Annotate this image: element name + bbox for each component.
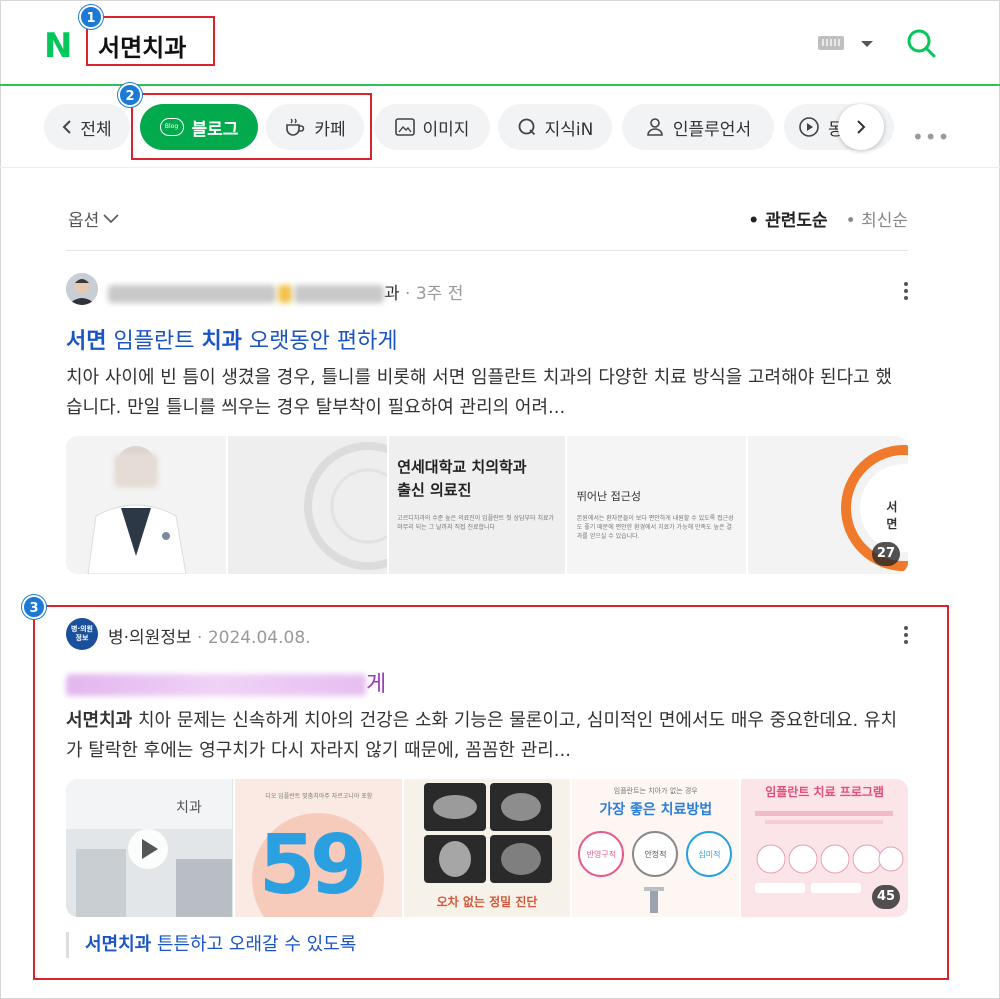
image-thumbnail[interactable]: 디오 임플란트 맞춤치아주 자르고니아 포함 59 bbox=[234, 779, 402, 917]
blurred-title bbox=[66, 674, 366, 696]
title-part: 오랫동안 편하게 bbox=[241, 329, 398, 354]
sort-options: • 관련도순 • 최신순 bbox=[748, 206, 908, 231]
blurred-author-name bbox=[108, 285, 276, 303]
person-icon bbox=[647, 118, 663, 136]
result2-title[interactable]: 게 bbox=[66, 666, 386, 698]
image-circle: 심미적 bbox=[686, 831, 733, 877]
result2-description[interactable]: 서면치과 치아 문제는 신속하게 치아의 건강은 소화 기능은 물론이고, 심미… bbox=[66, 706, 908, 766]
image-text: 뛰어난 접근성 bbox=[576, 490, 641, 503]
tab-kin-label: 지식iN bbox=[544, 119, 594, 140]
image-text: 연세대학교 치의학과 출신 의료진 bbox=[397, 458, 527, 499]
related-link[interactable]: 서면치과 튼튼하고 오래갈 수 있도록 bbox=[66, 932, 356, 958]
image-text: 치과 bbox=[176, 800, 202, 816]
image-text: 본원에서는 환자분들이 보다 편안하게 내원할 수 있도록 접근성도 좋기 때문… bbox=[576, 515, 734, 540]
image-thumbnail[interactable]: 연세대학교 치의학과 출신 의료진 고르디치과의 수준 높은 의료진이 임플란트… bbox=[389, 436, 565, 574]
circle-labels: 반영구적 안정적 심미적 bbox=[578, 831, 733, 877]
image-thumbnail[interactable]: 임플란트 치료 프로그램 45 bbox=[741, 779, 908, 917]
naver-logo[interactable]: N bbox=[44, 26, 72, 66]
result2-time: 2024.04.08. bbox=[207, 628, 311, 648]
tab-influencer[interactable]: 인플루언서 bbox=[622, 104, 774, 150]
image-text: 임플란트는 치아가 없는 경우 bbox=[613, 787, 698, 795]
tab-kin[interactable]: 지식iN bbox=[498, 104, 612, 150]
search-icon[interactable] bbox=[906, 28, 936, 58]
image-text: 고르디치과의 수준 높은 의료진이 임플란트 첫 상담부터 치료가 마무리 되는… bbox=[397, 515, 555, 531]
blurred-star bbox=[278, 285, 292, 303]
play-icon bbox=[799, 117, 819, 137]
title-part: 임플란트 bbox=[106, 329, 202, 354]
related-link-text: 튼튼하고 오래갈 수 있도록 bbox=[151, 934, 357, 955]
chevron-right-icon bbox=[857, 120, 866, 134]
step-badge-3: 3 bbox=[22, 595, 46, 619]
result1-time: 3주 전 bbox=[415, 284, 464, 304]
image-text: 임플란트 치료 프로그램 bbox=[765, 785, 884, 799]
image-big-number: 59 bbox=[258, 818, 367, 913]
image-count-badge: 45 bbox=[871, 885, 900, 909]
chevron-down-icon bbox=[103, 213, 119, 223]
result2-image-strip[interactable]: 치과 디오 임플란트 맞춤치아주 자르고니아 포함 59 오차 없는 정밀 진단… bbox=[66, 779, 908, 917]
result1-description[interactable]: 치아 사이에 빈 틈이 생겼을 경우, 틀니를 비롯해 서면 임플란트 치과의 … bbox=[66, 363, 908, 423]
image-text: 디오 임플란트 맞춤치아주 자르고니아 포함 bbox=[265, 793, 373, 800]
image-circle: 안정적 bbox=[632, 831, 679, 877]
tab-all[interactable]: 전체 bbox=[44, 104, 130, 150]
highlight-box-2 bbox=[131, 93, 372, 160]
sort-recent[interactable]: • 최신순 bbox=[846, 206, 908, 231]
image-count-badge: 27 bbox=[871, 542, 900, 566]
step-badge-2: 2 bbox=[118, 83, 142, 107]
sort-relevance[interactable]: • 관련도순 bbox=[748, 206, 827, 231]
video-thumbnail[interactable]: 치과 bbox=[66, 779, 233, 917]
title-part: 치과 bbox=[201, 329, 242, 354]
title-suffix: 게 bbox=[366, 672, 387, 697]
desc-text: 치아 문제는 신속하게 치아의 건강은 소화 기능은 물론이고, 심미적인 면에… bbox=[66, 710, 898, 761]
options-label: 옵션 bbox=[68, 211, 100, 231]
result2-author[interactable]: 병·의원정보 bbox=[108, 628, 192, 648]
image-thumbnail[interactable]: 뛰어난 접근성 본원에서는 환자분들이 보다 편안하게 내원할 수 있도록 접근… bbox=[566, 436, 747, 574]
author-avatar[interactable]: 병·의원 정보 bbox=[66, 618, 98, 650]
image-text: 서면 bbox=[886, 500, 898, 531]
result1-image-strip[interactable]: 연세대학교 치의학과 출신 의료진 고르디치과의 수준 높은 의료진이 임플란트… bbox=[66, 436, 908, 574]
image-thumbnail[interactable]: 서면 27 bbox=[748, 436, 908, 574]
image-thumbnail[interactable] bbox=[227, 436, 388, 574]
chevron-left-icon bbox=[62, 120, 72, 134]
tab-image[interactable]: 이미지 bbox=[374, 104, 490, 150]
sort-relevance-label: 관련도순 bbox=[765, 211, 828, 231]
more-horizontal-icon[interactable]: ••• bbox=[912, 125, 950, 149]
tab-image-label: 이미지 bbox=[422, 119, 470, 140]
tab-influencer-label: 인플루언서 bbox=[672, 119, 752, 140]
related-link-keyword: 서면치과 bbox=[85, 934, 152, 955]
title-part: 서면 bbox=[66, 329, 107, 354]
sort-recent-label: 최신순 bbox=[861, 211, 908, 231]
more-vertical-icon[interactable] bbox=[904, 282, 908, 303]
caret-down-icon[interactable] bbox=[861, 41, 873, 47]
image-thumbnail[interactable]: 임플란트는 치아가 없는 경우 가장 좋은 치료방법 반영구적 안정적 심미적 bbox=[572, 779, 740, 917]
image-circle: 반영구적 bbox=[578, 831, 625, 877]
blurred-author-name-2 bbox=[294, 285, 384, 303]
options-toggle[interactable]: 옵션 bbox=[68, 206, 119, 231]
desc-keyword: 서면치과 bbox=[66, 710, 133, 731]
author-suffix[interactable]: 과 bbox=[384, 284, 400, 304]
image-thumbnail[interactable]: 오차 없는 정밀 진단 bbox=[403, 779, 571, 917]
image-text: 오차 없는 정밀 진단 bbox=[436, 895, 538, 909]
result1-meta: 과 · 3주 전 bbox=[108, 279, 463, 304]
more-vertical-icon[interactable] bbox=[904, 626, 908, 647]
tab-all-label: 전체 bbox=[80, 119, 112, 140]
image-icon bbox=[394, 118, 415, 136]
divider bbox=[66, 250, 908, 251]
result1-title[interactable]: 서면 임플란트 치과 오랫동안 편하게 bbox=[66, 323, 398, 355]
author-avatar[interactable] bbox=[66, 273, 98, 305]
image-text: 가장 좋은 치료방법 bbox=[599, 802, 713, 818]
image-thumbnail[interactable] bbox=[66, 436, 226, 574]
step-badge-1: 1 bbox=[79, 5, 103, 29]
keyboard-icon[interactable] bbox=[818, 36, 844, 50]
highlight-box-1 bbox=[86, 16, 215, 66]
tabs-next-button[interactable] bbox=[838, 104, 884, 150]
result2-meta: 병·의원정보 · 2024.04.08. bbox=[108, 628, 311, 648]
q-icon bbox=[518, 118, 535, 136]
